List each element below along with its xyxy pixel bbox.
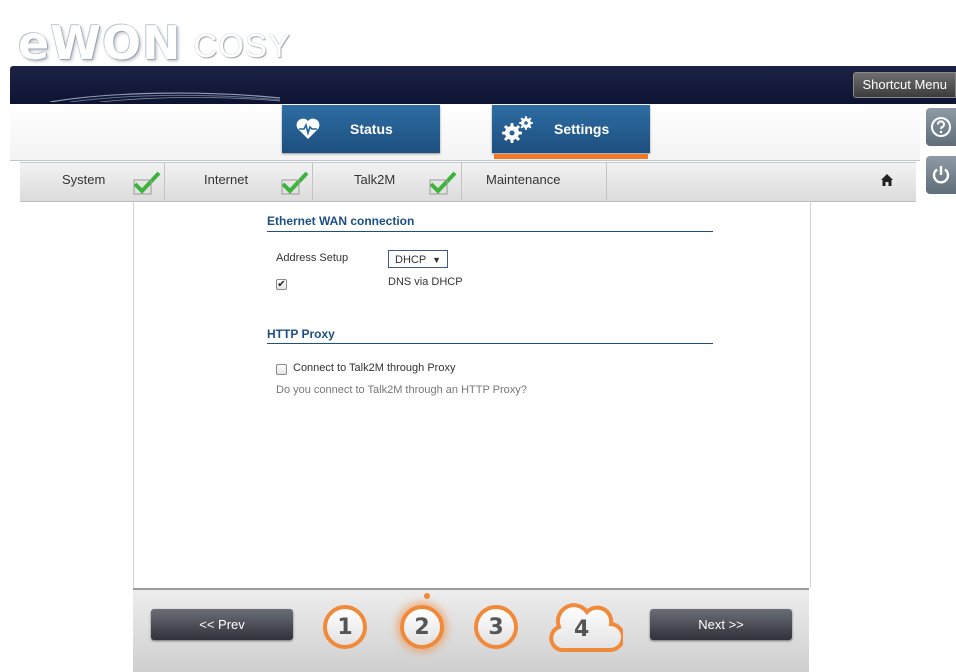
current-step-marker [424, 593, 430, 599]
section-divider [267, 231, 713, 232]
prev-button[interactable]: << Prev [151, 609, 293, 640]
next-button[interactable]: Next >> [650, 609, 792, 640]
section-divider [267, 343, 713, 344]
ewon-logo: eWON COSY [18, 14, 291, 66]
help-icon [931, 117, 951, 137]
proxy-checkbox-label[interactable]: Connect to Talk2M through Proxy [293, 362, 455, 374]
model-name: COSY [193, 27, 292, 64]
shortcut-menu-button[interactable]: Shortcut Menu [853, 72, 956, 98]
tab-status[interactable]: Status [282, 105, 440, 153]
chevron-down-icon: ▼ [432, 255, 441, 265]
step-talk2m[interactable]: Talk2M [354, 172, 395, 187]
check-icon [281, 171, 309, 195]
tab-settings-label: Settings [554, 121, 610, 137]
check-icon [133, 171, 161, 195]
gears-icon [500, 114, 536, 144]
step-divider [606, 163, 607, 200]
proxy-section-title: HTTP Proxy [267, 327, 335, 341]
tab-status-label: Status [350, 121, 393, 137]
home-icon[interactable] [880, 173, 894, 187]
step-system[interactable]: System [62, 172, 105, 187]
wizard-step-3[interactable]: 3 [474, 605, 518, 649]
wizard-step-1[interactable]: 1 [323, 605, 367, 649]
step-divider [461, 163, 462, 200]
logout-button[interactable] [926, 156, 956, 194]
brand-name: eWON [18, 16, 182, 70]
address-setup-select[interactable]: DHCP ▼ [388, 250, 448, 268]
step-internet[interactable]: Internet [204, 172, 248, 187]
step-divider [312, 163, 313, 200]
proxy-hint: Do you connect to Talk2M through an HTTP… [276, 384, 527, 396]
power-icon [932, 166, 950, 184]
step-divider [164, 163, 165, 200]
heartbeat-icon [290, 117, 326, 141]
step-maintenance[interactable]: Maintenance [486, 172, 560, 187]
active-tab-indicator [494, 154, 648, 159]
wizard-step-4[interactable]: 4 [574, 617, 589, 642]
decorative-streak [50, 92, 280, 102]
ethernet-section-title: Ethernet WAN connection [267, 214, 415, 228]
check-icon [429, 171, 457, 195]
wizard-step-2[interactable]: 2 [400, 605, 444, 649]
dns-via-dhcp-checkbox[interactable]: ✔ [276, 279, 287, 290]
top-bar [10, 66, 956, 104]
tab-settings[interactable]: Settings [492, 105, 650, 153]
dns-via-dhcp-label: DNS via DHCP [388, 276, 463, 288]
main-tabs-area [10, 104, 920, 161]
address-setup-label: Address Setup [276, 252, 349, 264]
address-setup-value: DHCP [395, 254, 427, 266]
help-button[interactable] [926, 108, 956, 146]
proxy-checkbox[interactable] [276, 364, 287, 375]
